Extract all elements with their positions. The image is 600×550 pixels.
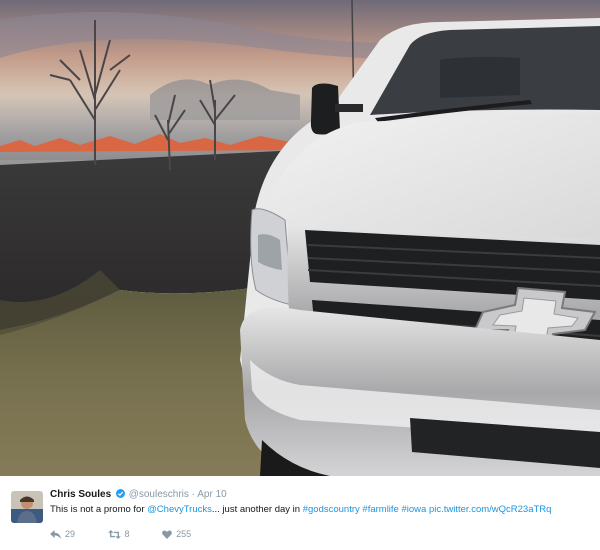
tweet-actions: 29 8 255 <box>50 529 221 539</box>
like-button[interactable]: 255 <box>162 529 191 539</box>
tweet-header: Chris Soules @souleschris · Apr 10 <box>50 489 227 500</box>
hashtag-link[interactable]: #iowa <box>401 504 426 515</box>
pic-link[interactable]: pic.twitter.com/wQcR23aTRq <box>429 504 551 515</box>
tweet-text: This is not a promo for @ChevyTrucks... … <box>50 504 551 515</box>
separator: · <box>191 489 195 500</box>
retweet-count: 8 <box>124 529 130 539</box>
like-count: 255 <box>176 529 192 539</box>
hashtag-link[interactable]: #farmlife <box>362 504 398 515</box>
tweet-text-prefix: This is not a promo for <box>50 504 148 515</box>
reply-icon <box>50 530 61 539</box>
reply-count: 29 <box>65 529 76 539</box>
tweet-photo[interactable] <box>0 0 600 476</box>
retweet-button[interactable]: 8 <box>107 529 130 539</box>
avatar[interactable] <box>11 491 43 523</box>
tweet-text-mid: ... just another day in <box>211 504 303 515</box>
display-name[interactable]: Chris Soules <box>50 489 111 500</box>
verified-badge-icon <box>115 489 125 498</box>
heart-icon <box>162 530 172 539</box>
hashtag-link[interactable]: #godscountry <box>303 504 360 515</box>
tweet-card: Chris Soules @souleschris · Apr 10 This … <box>0 476 600 550</box>
tweet-date[interactable]: Apr 10 <box>197 489 226 500</box>
mention-link[interactable]: @ChevyTrucks <box>147 504 212 515</box>
retweet-icon <box>107 530 121 539</box>
handle[interactable]: @souleschris <box>129 489 189 500</box>
reply-button[interactable]: 29 <box>50 529 75 539</box>
